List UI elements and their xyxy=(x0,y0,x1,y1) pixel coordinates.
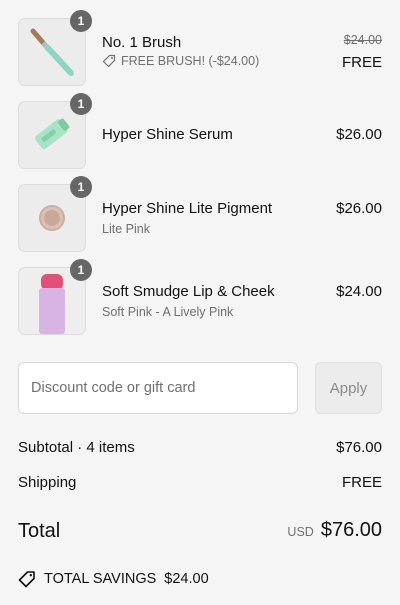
total-savings: TOTAL SAVINGS $24.00 xyxy=(18,570,209,588)
original-price: $24.00 xyxy=(343,33,382,47)
line-item: 1 Soft Smudge Lip & Cheek Soft Pink - A … xyxy=(18,259,382,335)
total-value: $76.00 xyxy=(320,519,382,541)
quantity-badge: 1 xyxy=(70,10,92,32)
subtotal-label: Subtotal · 4 items xyxy=(18,439,135,456)
subtotal-row: Subtotal · 4 items $76.00 xyxy=(18,439,382,456)
savings-label: TOTAL SAVINGS xyxy=(44,571,157,587)
shipping-row: Shipping FREE xyxy=(18,474,382,491)
quantity-badge: 1 xyxy=(70,259,92,281)
discount-text: FREE BRUSH! (-$24.00) xyxy=(121,54,260,68)
apply-button[interactable]: Apply xyxy=(315,362,382,414)
tag-icon xyxy=(102,54,116,68)
product-name: Hyper Shine Serum xyxy=(102,126,233,143)
product-name: Soft Smudge Lip & Cheek xyxy=(102,283,275,300)
line-item: 1 Hyper Shine Lite Pigment Lite Pink $26… xyxy=(18,176,382,252)
discount-code-input[interactable] xyxy=(18,362,298,414)
line-item: 1 Hyper Shine Serum $26.00 xyxy=(18,93,382,169)
quantity-badge: 1 xyxy=(70,93,92,115)
quantity-badge: 1 xyxy=(70,176,92,198)
total-amount-group: USD $76.00 xyxy=(287,519,382,542)
discount-line: FREE BRUSH! (-$24.00) xyxy=(102,54,259,68)
line-item: 1 No. 1 Brush FREE BRUSH! (-$24.00) $24.… xyxy=(18,10,382,86)
tag-icon xyxy=(18,571,35,588)
product-price: $26.00 xyxy=(336,200,382,217)
subtotal-value: $76.00 xyxy=(336,439,382,456)
product-variant: Soft Pink - A Lively Pink xyxy=(102,305,234,319)
product-price: FREE xyxy=(341,54,382,71)
shipping-value: FREE xyxy=(341,474,382,491)
currency-code: USD xyxy=(287,525,314,539)
product-name: Hyper Shine Lite Pigment xyxy=(102,200,273,217)
product-price: $24.00 xyxy=(336,283,382,300)
shipping-label: Shipping xyxy=(18,474,77,491)
total-label: Total xyxy=(18,520,61,542)
savings-value: $24.00 xyxy=(164,571,209,587)
product-price: $26.00 xyxy=(336,126,382,143)
product-variant: Lite Pink xyxy=(102,222,150,236)
product-name: No. 1 Brush xyxy=(102,34,182,51)
